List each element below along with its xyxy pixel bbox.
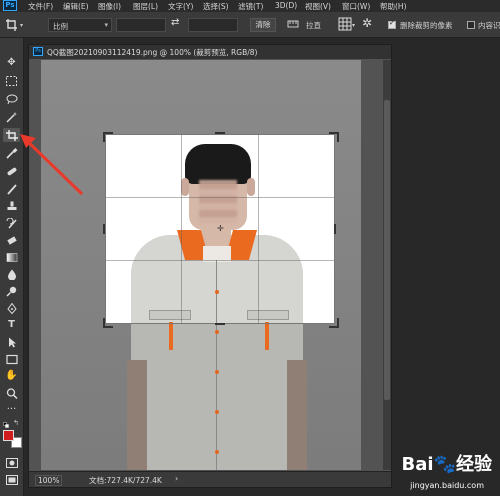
shirt-button — [215, 330, 219, 334]
menu-edit[interactable]: 编辑(E) — [63, 1, 89, 12]
gear-icon[interactable]: ✲ — [362, 16, 372, 30]
move-tool-icon[interactable]: ✥ — [3, 56, 20, 70]
ratio-label: 比例 — [53, 22, 68, 31]
rectangle-tool-icon[interactable] — [3, 352, 20, 366]
left-arm — [127, 360, 147, 470]
document-type-icon: Ps — [33, 47, 43, 56]
menu-select[interactable]: 选择(S) — [203, 1, 229, 12]
overlay-chevron-icon[interactable]: ▾ — [352, 22, 355, 29]
menu-help[interactable]: 帮助(H) — [380, 1, 407, 12]
history-brush-tool-icon[interactable] — [3, 216, 20, 230]
status-bar: 100% 文档:727.4K/727.4K › — [29, 471, 391, 487]
menu-layer[interactable]: 图层(L) — [133, 1, 158, 12]
crop-tool-preset-icon[interactable] — [5, 18, 19, 32]
baidu-watermark-url: jingyan.baidu.com — [410, 481, 484, 490]
orange-stripe-left — [169, 322, 173, 350]
height-input[interactable] — [188, 18, 238, 32]
shirt-button — [215, 370, 219, 374]
crop-handle-right[interactable] — [334, 224, 336, 234]
orange-stripe-right — [265, 322, 269, 350]
clone-stamp-tool-icon[interactable] — [3, 199, 20, 213]
dodge-tool-icon[interactable] — [3, 284, 20, 298]
eraser-tool-icon[interactable] — [3, 233, 20, 247]
pen-tool-icon[interactable] — [3, 301, 20, 315]
crop-handle-left[interactable] — [103, 224, 105, 234]
marquee-tool-icon[interactable] — [3, 74, 20, 88]
menu-3d[interactable]: 3D(D) — [275, 1, 297, 10]
screen-mode-icon[interactable] — [3, 473, 20, 487]
crop-center-marker-icon: ✛ — [217, 224, 224, 233]
photoshop-logo: Ps — [3, 0, 17, 11]
baidu-watermark-logo: Bai🐾经验 — [401, 454, 492, 475]
ratio-dropdown[interactable]: 比例 ▾ — [48, 18, 112, 32]
straighten-icon[interactable] — [287, 18, 299, 30]
document-window: Ps QQ截图20210903112419.png @ 100% (裁剪预览, … — [28, 44, 392, 488]
content-aware-label: 内容识 — [478, 21, 500, 30]
annotation-arrow — [20, 134, 84, 196]
crop-handle-bottom[interactable] — [215, 323, 225, 325]
swap-icon[interactable]: ⇄ — [171, 17, 179, 28]
more-tools-icon[interactable]: ··· — [3, 403, 20, 417]
crop-handle-bottom-left[interactable] — [103, 318, 113, 328]
zoom-level[interactable]: 100% — [35, 475, 63, 486]
menu-window[interactable]: 窗口(W) — [342, 1, 370, 12]
preset-chevron-icon[interactable]: ▾ — [20, 22, 23, 29]
document-tab[interactable]: Ps QQ截图20210903112419.png @ 100% (裁剪预览, … — [29, 45, 391, 59]
menu-filter[interactable]: 滤镜(T) — [238, 1, 263, 12]
width-input[interactable] — [116, 18, 166, 32]
menu-view[interactable]: 视图(V) — [305, 1, 331, 12]
foreground-color-swatch[interactable] — [3, 430, 14, 441]
straighten-label[interactable]: 拉直 — [306, 20, 321, 31]
zoom-tool-icon[interactable] — [3, 386, 20, 400]
default-colors-icon[interactable] — [3, 421, 9, 428]
magic-wand-tool-icon[interactable] — [3, 110, 20, 124]
hand-tool-icon[interactable]: ✋ — [3, 369, 20, 383]
crop-handle-top-left[interactable] — [103, 132, 113, 142]
blur-tool-icon[interactable] — [3, 267, 20, 281]
content-aware-checkbox[interactable] — [467, 21, 475, 29]
type-tool-icon[interactable]: T — [3, 318, 20, 332]
menu-type[interactable]: 文字(Y) — [168, 1, 193, 12]
gradient-tool-icon[interactable] — [3, 250, 20, 264]
shirt-button — [215, 410, 219, 414]
status-menu-icon[interactable]: › — [175, 474, 178, 483]
clear-button[interactable]: 清除 — [250, 18, 276, 32]
lasso-tool-icon[interactable] — [3, 92, 20, 106]
right-arm — [287, 360, 307, 470]
crop-handle-top[interactable] — [215, 132, 225, 134]
quick-mask-icon[interactable] — [3, 456, 20, 470]
delete-cropped-checkbox[interactable] — [388, 19, 396, 29]
document-size-info: 文档:727.4K/727.4K — [89, 476, 162, 485]
shirt-button — [215, 450, 219, 454]
document-title: QQ截图20210903112419.png @ 100% (裁剪预览, RGB… — [47, 48, 258, 57]
delete-cropped-label: 删除裁剪的像素 — [400, 21, 453, 30]
overlay-grid-icon[interactable] — [338, 17, 352, 31]
vertical-scrollbar[interactable] — [383, 60, 391, 470]
menu-image[interactable]: 图像(I) — [98, 1, 121, 12]
menu-bar: Ps 文件(F) 编辑(E) 图像(I) 图层(L) 文字(Y) 选择(S) 滤… — [0, 0, 500, 12]
chevron-down-icon: ▾ — [104, 21, 108, 29]
crop-handle-top-right[interactable] — [329, 132, 339, 142]
photo-image: ✛ — [41, 60, 361, 470]
scrollbar-thumb[interactable] — [384, 100, 390, 400]
path-selection-tool-icon[interactable] — [3, 335, 20, 349]
menu-file[interactable]: 文件(F) — [28, 1, 53, 12]
swap-colors-icon[interactable]: ↰ — [13, 419, 19, 427]
crop-handle-bottom-right[interactable] — [329, 318, 339, 328]
canvas-area[interactable]: ✛ — [31, 60, 381, 470]
